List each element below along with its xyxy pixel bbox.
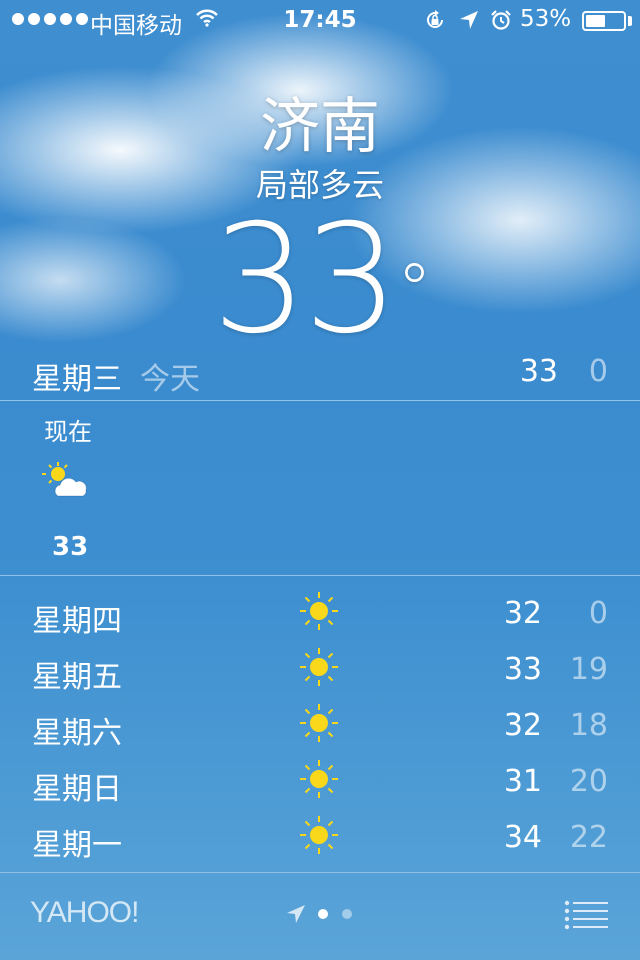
divider	[0, 400, 640, 401]
forecast-day: 星期六	[32, 716, 122, 751]
rotation-lock-icon	[427, 10, 443, 28]
page-indicator[interactable]	[342, 909, 352, 919]
forecast-high: 31	[503, 764, 542, 799]
city-name: 济南	[260, 92, 380, 162]
forecast-row: 星期四 32 0	[0, 588, 640, 644]
forecast-low: 19	[569, 652, 608, 687]
forecast-row: 星期六 32 18	[0, 700, 640, 756]
forecast-day: 星期日	[32, 772, 122, 807]
forecast-high: 33	[503, 652, 542, 687]
alarm-icon	[491, 10, 511, 30]
hourly-time: 现在	[44, 418, 92, 446]
divider	[0, 575, 640, 576]
battery-percent: 53%	[520, 6, 572, 32]
degree-symbol: °	[396, 249, 432, 331]
forecast-row: 星期一 34 22	[0, 812, 640, 868]
forecast-day: 星期五	[32, 660, 122, 695]
today-row: 星期三 今天 33 0	[0, 350, 640, 400]
forecast-low: 22	[569, 820, 608, 855]
location-icon	[460, 11, 478, 29]
battery-icon	[582, 11, 626, 31]
sun-icon	[298, 590, 340, 632]
sun-icon	[298, 758, 340, 800]
hourly-temp: 33	[52, 532, 89, 562]
today-label: 今天	[140, 362, 200, 397]
forecast-low: 20	[569, 764, 608, 799]
today-high: 33	[519, 354, 558, 389]
sun-icon	[298, 814, 340, 856]
status-bar: 中国移动 17:45 53%	[0, 0, 640, 40]
forecast-day: 星期一	[32, 828, 122, 863]
sun-icon	[298, 646, 340, 688]
sun-icon	[298, 702, 340, 744]
city-list-icon[interactable]	[564, 900, 608, 930]
today-low: 0	[588, 354, 608, 389]
partly-cloudy-icon	[42, 462, 87, 497]
yahoo-logo[interactable]: YAHOO!	[30, 896, 139, 930]
page-indicator-active[interactable]	[318, 909, 328, 919]
battery-cap	[628, 16, 632, 26]
forecast-high: 32	[503, 596, 542, 631]
forecast-high: 32	[503, 708, 542, 743]
divider	[0, 872, 640, 873]
forecast-low: 18	[569, 708, 608, 743]
forecast-low: 0	[588, 596, 608, 631]
location-arrow-icon[interactable]	[286, 904, 306, 924]
forecast-day: 星期四	[32, 604, 122, 639]
forecast-row: 星期日 31 20	[0, 756, 640, 812]
temperature-value: 33	[212, 193, 399, 367]
forecast-high: 34	[503, 820, 542, 855]
forecast-row: 星期五 33 19	[0, 644, 640, 700]
battery-level-fill	[586, 15, 605, 27]
today-day: 星期三	[32, 362, 122, 397]
current-temperature: 33°	[0, 205, 640, 355]
